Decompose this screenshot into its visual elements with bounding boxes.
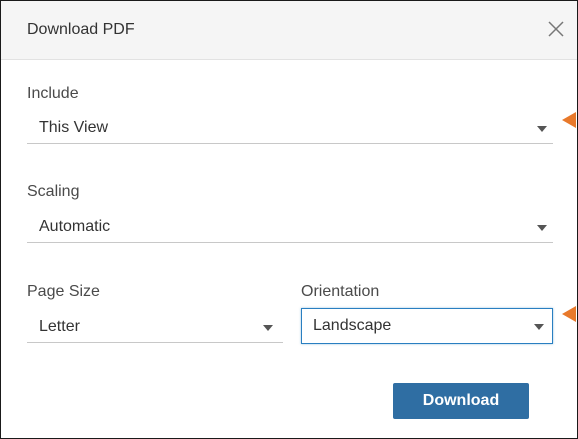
annotation-arrow-icon bbox=[562, 306, 576, 322]
dropdown-caret-icon bbox=[537, 225, 547, 231]
dropdown-caret-icon bbox=[537, 126, 547, 132]
annotation-arrow-icon bbox=[562, 112, 576, 128]
dialog-header: Download PDF bbox=[1, 1, 577, 60]
download-button[interactable]: Download bbox=[393, 383, 529, 419]
dropdown-caret-icon bbox=[534, 324, 544, 330]
scaling-select[interactable]: Automatic bbox=[27, 212, 553, 243]
dropdown-caret-icon bbox=[263, 325, 273, 331]
dialog-title: Download PDF bbox=[27, 21, 135, 38]
include-label: Include bbox=[27, 85, 79, 102]
page-size-select[interactable]: Letter bbox=[27, 312, 283, 343]
download-pdf-dialog: Download PDF Include This View Scaling A… bbox=[0, 0, 578, 439]
include-select[interactable]: This View bbox=[27, 113, 553, 144]
page-size-label: Page Size bbox=[27, 283, 100, 300]
orientation-value: Landscape bbox=[313, 317, 392, 334]
close-icon[interactable] bbox=[546, 19, 566, 39]
scaling-value: Automatic bbox=[39, 218, 111, 235]
orientation-select[interactable]: Landscape bbox=[301, 308, 553, 344]
scaling-label: Scaling bbox=[27, 183, 80, 200]
page-size-value: Letter bbox=[39, 318, 80, 335]
orientation-label: Orientation bbox=[301, 283, 380, 300]
include-value: This View bbox=[39, 119, 109, 136]
